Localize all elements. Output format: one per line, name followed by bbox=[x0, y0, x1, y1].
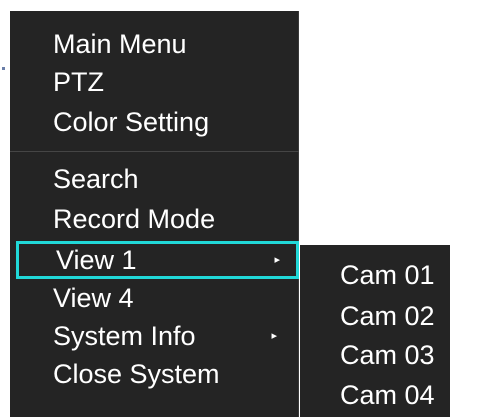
stray-pixel-mark bbox=[2, 67, 5, 70]
submenu-item-label: Cam 01 bbox=[340, 260, 435, 290]
menu-divider bbox=[10, 151, 299, 152]
menu-item-system-info[interactable]: System Info ▸ bbox=[10, 317, 299, 355]
submenu-item-cam-03[interactable]: Cam 03 bbox=[300, 335, 450, 375]
menu-item-label: View 4 bbox=[53, 283, 134, 313]
submenu-item-label: Cam 03 bbox=[340, 340, 435, 370]
menu-item-label: Close System bbox=[53, 359, 220, 389]
submenu-item-cam-01[interactable]: Cam 01 bbox=[300, 255, 450, 295]
menu-item-record-mode[interactable]: Record Mode bbox=[10, 200, 299, 238]
submenu-arrow-icon: ▸ bbox=[274, 254, 280, 266]
submenu-arrow-icon: ▸ bbox=[271, 330, 277, 342]
menu-item-label: PTZ bbox=[53, 67, 104, 97]
context-menu: Main Menu PTZ Color Setting Search Recor… bbox=[10, 11, 299, 417]
menu-item-label: Color Setting bbox=[53, 107, 210, 137]
menu-item-label: Record Mode bbox=[53, 204, 216, 234]
menu-item-label: System Info bbox=[53, 321, 196, 351]
menu-item-view-1[interactable]: View 1 ▸ bbox=[16, 241, 299, 279]
menu-item-ptz[interactable]: PTZ bbox=[10, 63, 299, 101]
menu-item-search[interactable]: Search bbox=[10, 160, 299, 198]
submenu-item-label: Cam 02 bbox=[340, 301, 435, 331]
submenu-item-label: Cam 04 bbox=[340, 380, 435, 410]
menu-item-close-system[interactable]: Close System bbox=[10, 355, 299, 393]
submenu-item-cam-04[interactable]: Cam 04 bbox=[300, 375, 450, 415]
menu-item-main-menu[interactable]: Main Menu bbox=[10, 25, 299, 63]
menu-item-label: Main Menu bbox=[53, 29, 187, 59]
view-1-submenu: Cam 01 Cam 02 Cam 03 Cam 04 bbox=[300, 245, 450, 417]
menu-item-color-setting[interactable]: Color Setting bbox=[10, 103, 299, 141]
submenu-item-cam-02[interactable]: Cam 02 bbox=[300, 296, 450, 336]
menu-item-label: Search bbox=[53, 164, 139, 194]
menu-item-label: View 1 bbox=[56, 245, 137, 275]
menu-item-view-4[interactable]: View 4 bbox=[10, 279, 299, 317]
